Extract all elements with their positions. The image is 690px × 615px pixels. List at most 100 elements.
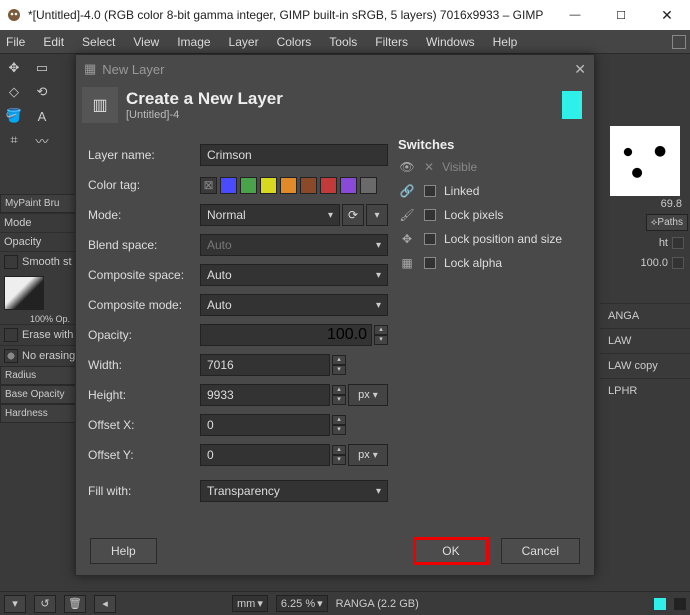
window-titlebar: *[Untitled]-4.0 (RGB color 8-bit gamma i… [0, 0, 690, 30]
brush-thumbnail[interactable] [610, 126, 680, 196]
lock-alpha-label: Lock alpha [444, 256, 502, 270]
color-tag-yellow[interactable] [260, 177, 277, 194]
mode-select[interactable]: Normal▾ [200, 204, 340, 226]
color-tag-brown[interactable] [300, 177, 317, 194]
height-spin-buttons[interactable]: ▴▾ [332, 385, 346, 405]
menu-tools[interactable]: Tools [327, 33, 359, 51]
help-button[interactable]: Help [90, 538, 157, 564]
status-doc-label: RANGA (2.2 GB) [336, 598, 419, 610]
window-close-button[interactable]: ✕ [644, 0, 690, 30]
color-tag-gray[interactable] [360, 177, 377, 194]
status-reset-icon[interactable]: ↺ [34, 595, 56, 613]
width-input[interactable] [200, 354, 330, 376]
dialog-heading: Create a New Layer [126, 89, 283, 109]
height-label: Height: [88, 388, 200, 402]
blend-space-label: Blend space: [88, 238, 200, 252]
menu-dock-button[interactable] [672, 35, 686, 49]
tool-clone[interactable]: ⌗ [0, 128, 28, 152]
window-maximize-button[interactable]: ☐ [598, 0, 644, 30]
mode-reset-button[interactable]: ⟳ [342, 204, 364, 226]
tool-bucket[interactable]: 🪣 [0, 104, 28, 128]
color-tag-blue[interactable] [220, 177, 237, 194]
menu-filters[interactable]: Filters [373, 33, 410, 51]
status-minimize-icon[interactable]: ▾ [4, 595, 26, 613]
color-tag-label: Color tag: [88, 178, 200, 192]
fill-with-select[interactable]: Transparency▾ [200, 480, 388, 502]
window-title: *[Untitled]-4.0 (RGB color 8-bit gamma i… [28, 8, 543, 22]
color-tag-green[interactable] [240, 177, 257, 194]
menu-windows[interactable]: Windows [424, 33, 477, 51]
layer-item[interactable]: LPHR [600, 378, 690, 403]
lock-position-checkbox[interactable] [424, 233, 436, 245]
menu-select[interactable]: Select [80, 33, 117, 51]
zoom-combo[interactable]: 6.25 %▾ [276, 595, 328, 612]
color-tag-none[interactable]: ⊠ [200, 177, 217, 194]
composite-space-label: Composite space: [88, 268, 200, 282]
new-layer-icon: ▦ [84, 61, 96, 77]
menu-help[interactable]: Help [491, 33, 520, 51]
visible-label: Visible [442, 160, 477, 174]
menu-file[interactable]: File [4, 33, 27, 51]
brush-size-value[interactable]: 69.8 [600, 196, 690, 212]
opacity-label: Opacity: [88, 328, 200, 342]
color-tag-red[interactable] [320, 177, 337, 194]
linked-checkbox[interactable] [424, 185, 436, 197]
opacity-spin-buttons[interactable]: ▴▾ [374, 325, 388, 345]
main-menu-bar: File Edit Select View Image Layer Colors… [0, 30, 690, 54]
offset-y-label: Offset Y: [88, 448, 200, 462]
dimension-unit-select[interactable]: px▾ [348, 384, 388, 406]
menu-layer[interactable]: Layer [227, 33, 261, 51]
offset-y-spin-buttons[interactable]: ▴▾ [332, 445, 346, 465]
tool-rect-select[interactable]: ▭ [28, 56, 56, 80]
offset-unit-select[interactable]: px▾ [348, 444, 388, 466]
opacity-slider[interactable]: 100.0 [200, 324, 372, 346]
dialog-close-button[interactable]: ✕ [574, 61, 586, 78]
right-dock: 69.8 ⟡Paths ht 100.0 ANGA LAW LAW copy L… [600, 108, 690, 615]
menu-colors[interactable]: Colors [275, 33, 314, 51]
tool-text[interactable]: A [28, 104, 56, 128]
layer-form: Layer name: Color tag: ⊠ [88, 137, 388, 509]
opacity-100-value[interactable]: 100.0 [640, 257, 668, 269]
status-delete-icon[interactable]: 🗑 [64, 595, 86, 613]
menu-image[interactable]: Image [175, 33, 212, 51]
status-swatch-bg[interactable] [674, 598, 686, 610]
layer-item[interactable]: LAW copy [600, 353, 690, 378]
blend-space-select[interactable]: Auto▾ [200, 234, 388, 256]
mode-menu-button[interactable]: ▾ [366, 204, 388, 226]
menu-edit[interactable]: Edit [41, 33, 66, 51]
toolbox: ✥ ▭ ◇ ⟲ 🪣 A ⌗ 〰 [0, 56, 72, 152]
layers-list: ANGA LAW LAW copy LPHR [600, 303, 690, 403]
tool-path[interactable]: 〰 [28, 128, 56, 152]
brush-preview[interactable] [4, 276, 44, 310]
tool-crop[interactable]: ◇ [0, 80, 28, 104]
offset-x-input[interactable] [200, 414, 330, 436]
layer-item[interactable]: LAW [600, 328, 690, 353]
window-minimize-button[interactable]: — [552, 0, 598, 30]
layer-name-input[interactable] [200, 144, 388, 166]
height-input[interactable] [200, 384, 330, 406]
fill-with-label: Fill with: [88, 484, 200, 498]
ok-button[interactable]: OK [413, 537, 488, 565]
paths-tab[interactable]: ⟡Paths [646, 214, 688, 231]
width-spin-buttons[interactable]: ▴▾ [332, 355, 346, 375]
color-tag-swatches: ⊠ [200, 177, 377, 194]
layer-item[interactable]: ANGA [600, 303, 690, 328]
tool-transform[interactable]: ⟲ [28, 80, 56, 104]
offset-x-spin-buttons[interactable]: ▴▾ [332, 415, 346, 435]
tool-move[interactable]: ✥ [0, 56, 28, 80]
composite-mode-select[interactable]: Auto▾ [200, 294, 388, 316]
color-tag-violet[interactable] [340, 177, 357, 194]
offset-y-input[interactable] [200, 444, 330, 466]
menu-view[interactable]: View [131, 33, 161, 51]
status-menu-icon[interactable]: ◂ [94, 595, 116, 613]
cancel-button[interactable]: Cancel [501, 538, 580, 564]
lock-alpha-checkbox[interactable] [424, 257, 436, 269]
ht-dropdown[interactable] [672, 237, 684, 249]
lock-pixels-checkbox[interactable] [424, 209, 436, 221]
status-swatch-fg[interactable] [654, 598, 666, 610]
unit-combo[interactable]: mm▾ [232, 595, 268, 612]
opacity-dropdown[interactable] [672, 257, 684, 269]
composite-space-select[interactable]: Auto▾ [200, 264, 388, 286]
color-tag-orange[interactable] [280, 177, 297, 194]
visible-icon: 👁 [398, 158, 416, 176]
